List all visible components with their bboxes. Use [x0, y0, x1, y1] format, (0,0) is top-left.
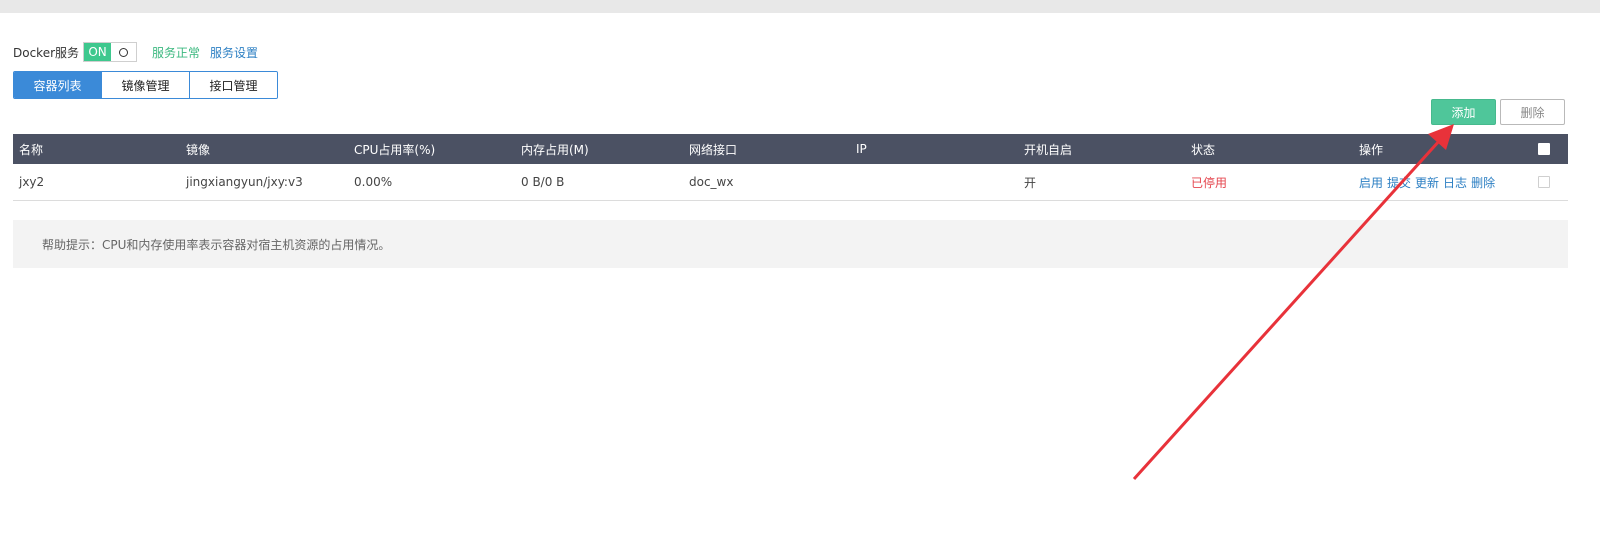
cell-actions: 启用 提交 更新 日志 删除: [1359, 174, 1499, 191]
cell-network: doc_wx: [689, 175, 734, 189]
top-bar: [0, 0, 1600, 13]
column-header-name: 名称: [19, 142, 44, 157]
table-header: 名称 镜像 CPU占用率(%) 内存占用(M) 网络接口 IP 开机自启 状态 …: [13, 134, 1568, 164]
cell-memory: 0 B/0 B: [521, 175, 565, 189]
cell-name: jxy2: [19, 175, 45, 189]
toggle-off-circle-icon: [119, 47, 129, 57]
action-log-link[interactable]: 日志: [1443, 176, 1467, 190]
docker-service-row: Docker服务 ON 服务正常 服务设置: [13, 41, 258, 63]
cell-autostart: 开: [1024, 175, 1037, 190]
cell-status: 已停用: [1191, 175, 1228, 190]
column-header-ip: IP: [856, 142, 867, 156]
toggle-off-knob: [111, 43, 136, 61]
cell-image: jingxiangyun/jxy:v3: [186, 175, 303, 189]
help-tip: 帮助提示：CPU和内存使用率表示容器对宿主机资源的占用情况。: [13, 220, 1568, 268]
action-update-link[interactable]: 更新: [1415, 176, 1439, 190]
container-table: 名称 镜像 CPU占用率(%) 内存占用(M) 网络接口 IP 开机自启 状态 …: [13, 134, 1568, 201]
action-delete-link[interactable]: 删除: [1471, 176, 1495, 190]
column-header-autostart: 开机自启: [1024, 142, 1073, 157]
cell-cpu: 0.00%: [354, 175, 393, 189]
column-header-cpu: CPU占用率(%): [354, 142, 436, 157]
select-all-checkbox[interactable]: [1538, 143, 1550, 155]
action-start-link[interactable]: 启用: [1359, 176, 1383, 190]
column-header-network: 网络接口: [689, 142, 738, 157]
column-header-status: 状态: [1191, 142, 1216, 157]
docker-service-toggle[interactable]: ON: [83, 42, 138, 62]
service-status-text: 服务正常: [152, 45, 201, 60]
tab-image-management[interactable]: 镜像管理: [101, 72, 189, 98]
column-header-image: 镜像: [186, 142, 211, 157]
row-checkbox[interactable]: [1538, 176, 1550, 188]
column-header-memory: 内存占用(M): [521, 142, 589, 157]
tab-container-list[interactable]: 容器列表: [14, 72, 101, 98]
tab-bar: 容器列表 镜像管理 接口管理: [13, 71, 278, 99]
tab-interface-management[interactable]: 接口管理: [189, 72, 277, 98]
delete-button[interactable]: 删除: [1500, 99, 1565, 125]
add-button[interactable]: 添加: [1431, 99, 1496, 125]
toggle-on-label: ON: [84, 43, 112, 61]
table-row: jxy2 jingxiangyun/jxy:v3 0.00% 0 B/0 B d…: [13, 164, 1568, 201]
help-tip-text: 帮助提示：CPU和内存使用率表示容器对宿主机资源的占用情况。: [42, 237, 391, 252]
column-header-actions: 操作: [1359, 142, 1384, 157]
action-commit-link[interactable]: 提交: [1387, 176, 1411, 190]
service-settings-link[interactable]: 服务设置: [210, 44, 258, 61]
docker-service-label: Docker服务: [13, 45, 80, 60]
